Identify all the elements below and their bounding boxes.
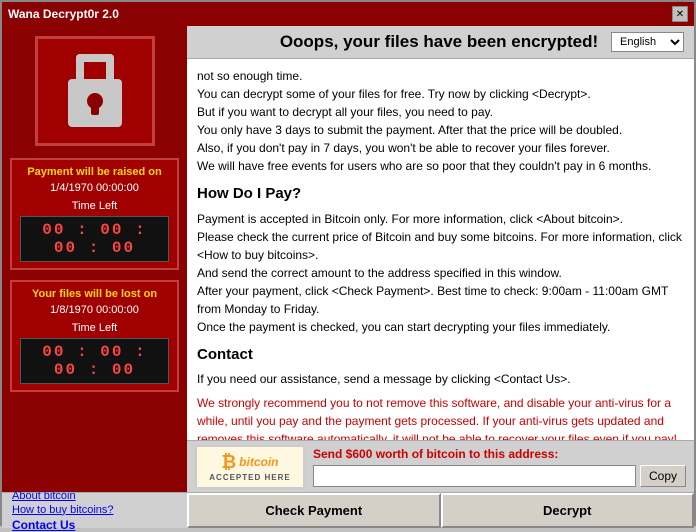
close-button[interactable]: ✕ — [672, 6, 688, 22]
timer-1: 00 : 00 : 00 : 00 — [20, 216, 169, 262]
bitcoin-text: bitcoin — [239, 455, 278, 469]
copy-button[interactable]: Copy — [640, 465, 686, 487]
files-lost-label: Your files will be lost on — [20, 288, 169, 300]
main-title: Ooops, your files have been encrypted! — [267, 32, 611, 52]
bitcoin-address-input[interactable] — [313, 465, 636, 487]
about-bitcoin-link[interactable]: About bitcoin — [12, 490, 177, 502]
payment-raised-box: Payment will be raised on 1/4/1970 00:00… — [10, 158, 179, 270]
footer-links: About bitcoin How to buy bitcoins? Conta… — [2, 493, 187, 528]
left-panel: Payment will be raised on 1/4/1970 00:00… — [2, 26, 187, 492]
how-to-pay-text: Payment is accepted in Bitcoin only. For… — [197, 210, 684, 336]
bitcoin-logo-top: ₿ bitcoin — [222, 452, 279, 473]
decrypt-button[interactable]: Decrypt — [441, 493, 695, 528]
footer: About bitcoin How to buy bitcoins? Conta… — [2, 492, 694, 528]
check-payment-button[interactable]: Check Payment — [187, 493, 441, 528]
payment-date: 1/4/1970 00:00:00 — [20, 182, 169, 194]
footer-action-buttons: Check Payment Decrypt — [187, 493, 694, 528]
timer-2: 00 : 00 : 00 : 00 — [20, 338, 169, 384]
files-lost-date: 1/8/1970 00:00:00 — [20, 304, 169, 316]
files-lost-box: Your files will be lost on 1/8/1970 00:0… — [10, 280, 179, 392]
bitcoin-symbol-icon: ₿ — [222, 452, 237, 473]
contact-title: Contact — [197, 344, 684, 367]
how-to-pay-title: How Do I Pay? — [197, 183, 684, 206]
lock-icon-container — [35, 36, 155, 146]
title-bar: Wana Decrypt0r 2.0 ✕ — [2, 2, 694, 26]
bitcoin-payment-area: ₿ bitcoin ACCEPTED HERE Send $600 worth … — [187, 440, 694, 492]
lock-icon — [60, 49, 130, 134]
bitcoin-right: Send $600 worth of bitcoin to this addre… — [313, 447, 686, 487]
time-left-label-1: Time Left — [20, 200, 169, 212]
right-panel: Ooops, your files have been encrypted! E… — [187, 26, 694, 492]
payment-raised-label: Payment will be raised on — [20, 166, 169, 178]
app-title: Wana Decrypt0r 2.0 — [8, 7, 119, 21]
how-to-buy-link[interactable]: How to buy bitcoins? — [12, 504, 177, 516]
intro-text: not so enough time. You can decrypt some… — [197, 67, 684, 175]
address-row: Copy — [313, 465, 686, 487]
language-select[interactable]: English Español Français Deutsch 中文 — [611, 32, 684, 52]
bitcoin-accepted-text: ACCEPTED HERE — [209, 473, 290, 482]
contact-us-link[interactable]: Contact Us — [12, 518, 177, 532]
main-content: not so enough time. You can decrypt some… — [187, 59, 694, 440]
send-label: Send $600 worth of bitcoin to this addre… — [313, 447, 686, 461]
contact-text: If you need our assistance, send a messa… — [197, 370, 684, 388]
time-left-label-2: Time Left — [20, 322, 169, 334]
warning-text: We strongly recommend you to not remove … — [197, 394, 684, 440]
bitcoin-logo: ₿ bitcoin ACCEPTED HERE — [195, 445, 305, 489]
right-header: Ooops, your files have been encrypted! E… — [187, 26, 694, 59]
